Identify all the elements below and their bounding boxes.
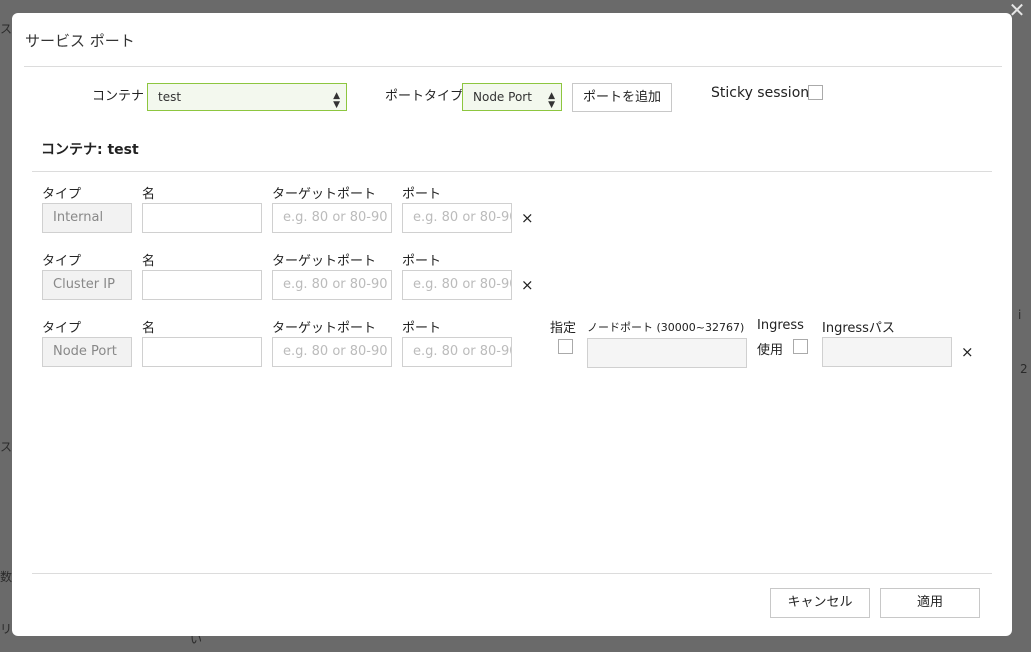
container-label: コンテナ : [92, 89, 153, 104]
title-divider [24, 66, 1002, 67]
select-caret-icon: ▲ ▼ [548, 91, 555, 110]
ingress-path-input[interactable] [822, 337, 952, 367]
type-column-header: タイプ [42, 187, 82, 202]
target-port-column-header: ターゲットポート [272, 187, 377, 202]
remove-row-icon[interactable]: × [521, 276, 534, 294]
name-input[interactable] [142, 203, 262, 233]
node-port-input[interactable] [587, 338, 747, 368]
port-type-select-value: Node Port [473, 90, 532, 104]
apply-button[interactable]: 適用 [880, 588, 980, 618]
section-divider [32, 171, 992, 172]
target-port-input[interactable]: e.g. 80 or 80-90 [272, 270, 392, 300]
type-column-header: タイプ [42, 321, 82, 336]
ingress-use-label: 使用 [757, 343, 784, 358]
cancel-button[interactable]: キャンセル [770, 588, 870, 618]
port-input[interactable]: e.g. 80 or 80-90 [402, 337, 512, 367]
dialog-title: サービス ポート [25, 32, 135, 50]
type-field: Cluster IP [42, 270, 132, 300]
ingress-path-column-header: Ingressパス [822, 321, 895, 336]
port-input[interactable]: e.g. 80 or 80-90 [402, 203, 512, 233]
background-text: ス [0, 440, 13, 454]
background-text: i [1018, 308, 1022, 322]
ingress-use-checkbox[interactable] [793, 339, 808, 354]
background-text: 数 [0, 570, 13, 584]
sticky-session-label: Sticky session [711, 85, 810, 101]
name-input[interactable] [142, 270, 262, 300]
ingress-column-header: Ingress [757, 318, 804, 333]
background-text: 2 [1020, 362, 1028, 376]
background-text: ス [0, 22, 13, 36]
port-column-header: ポート [402, 254, 442, 269]
remove-row-icon[interactable]: × [521, 209, 534, 227]
remove-row-icon[interactable]: × [961, 343, 974, 361]
target-port-input[interactable]: e.g. 80 or 80-90 [272, 203, 392, 233]
target-port-column-header: ターゲットポート [272, 321, 377, 336]
type-field: Internal [42, 203, 132, 233]
port-type-select[interactable]: Node Port ▲ ▼ [462, 83, 562, 111]
background-text: リ [0, 622, 13, 636]
name-column-header: 名 [142, 321, 156, 336]
port-type-label: ポートタイプ : [385, 89, 472, 104]
port-column-header: ポート [402, 321, 442, 336]
container-select[interactable]: test ▲ ▼ [147, 83, 347, 111]
specify-column-header: 指定 [550, 321, 577, 336]
type-field: Node Port [42, 337, 132, 367]
name-column-header: 名 [142, 187, 156, 202]
name-input[interactable] [142, 337, 262, 367]
port-column-header: ポート [402, 187, 442, 202]
name-column-header: 名 [142, 254, 156, 269]
target-port-input[interactable]: e.g. 80 or 80-90 [272, 337, 392, 367]
service-port-dialog: サービス ポート コンテナ : test ▲ ▼ ポートタイプ : Node Po… [12, 13, 1012, 636]
container-select-value: test [158, 90, 182, 104]
sticky-session-checkbox[interactable] [808, 85, 823, 100]
container-section-title: コンテナ: test [41, 142, 139, 158]
specify-node-port-checkbox[interactable] [558, 339, 573, 354]
select-caret-icon: ▲ ▼ [333, 91, 340, 110]
target-port-column-header: ターゲットポート [272, 254, 377, 269]
footer-divider [32, 573, 992, 574]
port-input[interactable]: e.g. 80 or 80-90 [402, 270, 512, 300]
add-port-button[interactable]: ポートを追加 [572, 83, 672, 112]
type-column-header: タイプ [42, 254, 82, 269]
node-port-column-header: ノードポート (30000~32767) [587, 321, 745, 334]
